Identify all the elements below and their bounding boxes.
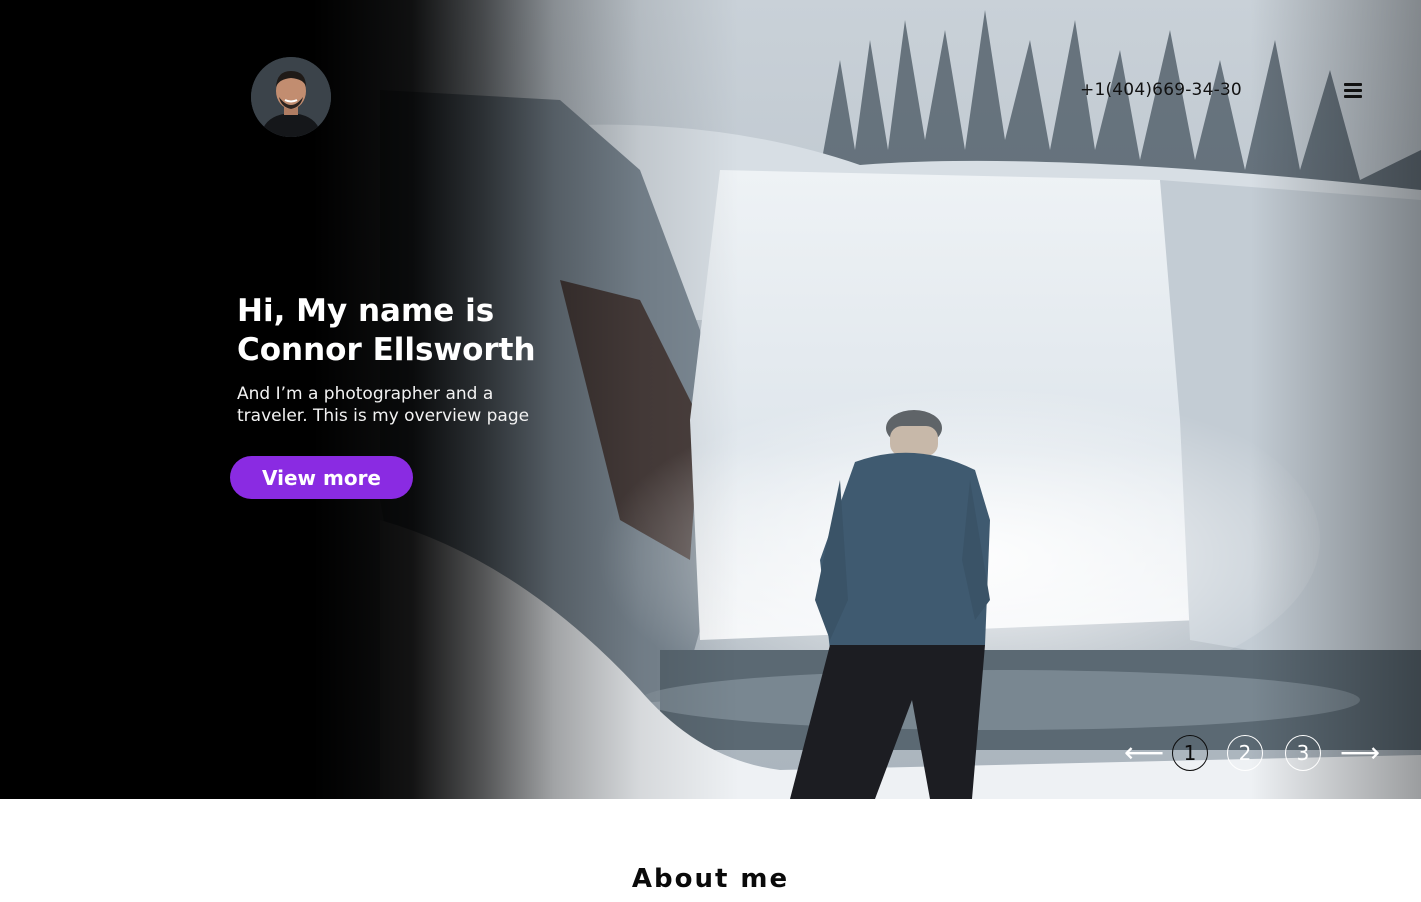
page-dot-1[interactable]: 1 — [1172, 735, 1208, 771]
phone-number[interactable]: +1(404)669-34-30 — [1080, 80, 1242, 100]
hamburger-menu-icon[interactable] — [1344, 83, 1362, 99]
page-dot-2[interactable]: 2 — [1227, 735, 1263, 771]
about-section-title: About me — [631, 864, 790, 894]
arrow-left-icon[interactable]: ⟵ — [1124, 738, 1164, 768]
avatar-portrait-icon — [251, 57, 331, 137]
avatar[interactable] — [251, 57, 331, 137]
hero-subtitle-line-2: traveler. This is my overview page — [237, 406, 530, 426]
page-dot-3[interactable]: 3 — [1285, 735, 1321, 771]
hero-subtitle-line-1: And I’m a photographer and a — [237, 384, 494, 404]
hero-title: Hi, My name is Connor Ellsworth — [237, 292, 597, 370]
hero-section: +1(404)669-34-30 Hi, My name is Connor E… — [0, 0, 1421, 799]
arrow-right-icon[interactable]: ⟶ — [1340, 738, 1380, 768]
page: +1(404)669-34-30 Hi, My name is Connor E… — [0, 0, 1421, 902]
hero-subtitle: And I’m a photographer and a traveler. T… — [237, 383, 557, 427]
menu-bar-top — [1344, 83, 1362, 86]
hero-dark-gradient — [0, 0, 1421, 799]
menu-bar-bottom — [1344, 95, 1362, 98]
hero-title-line-1: Hi, My name is — [237, 293, 495, 329]
view-more-button[interactable]: View more — [230, 456, 413, 499]
menu-bar-middle — [1344, 89, 1362, 92]
slider-pagination: ⟵ 1 2 3 ⟶ — [1124, 734, 1380, 774]
hero-title-line-2: Connor Ellsworth — [237, 332, 536, 368]
